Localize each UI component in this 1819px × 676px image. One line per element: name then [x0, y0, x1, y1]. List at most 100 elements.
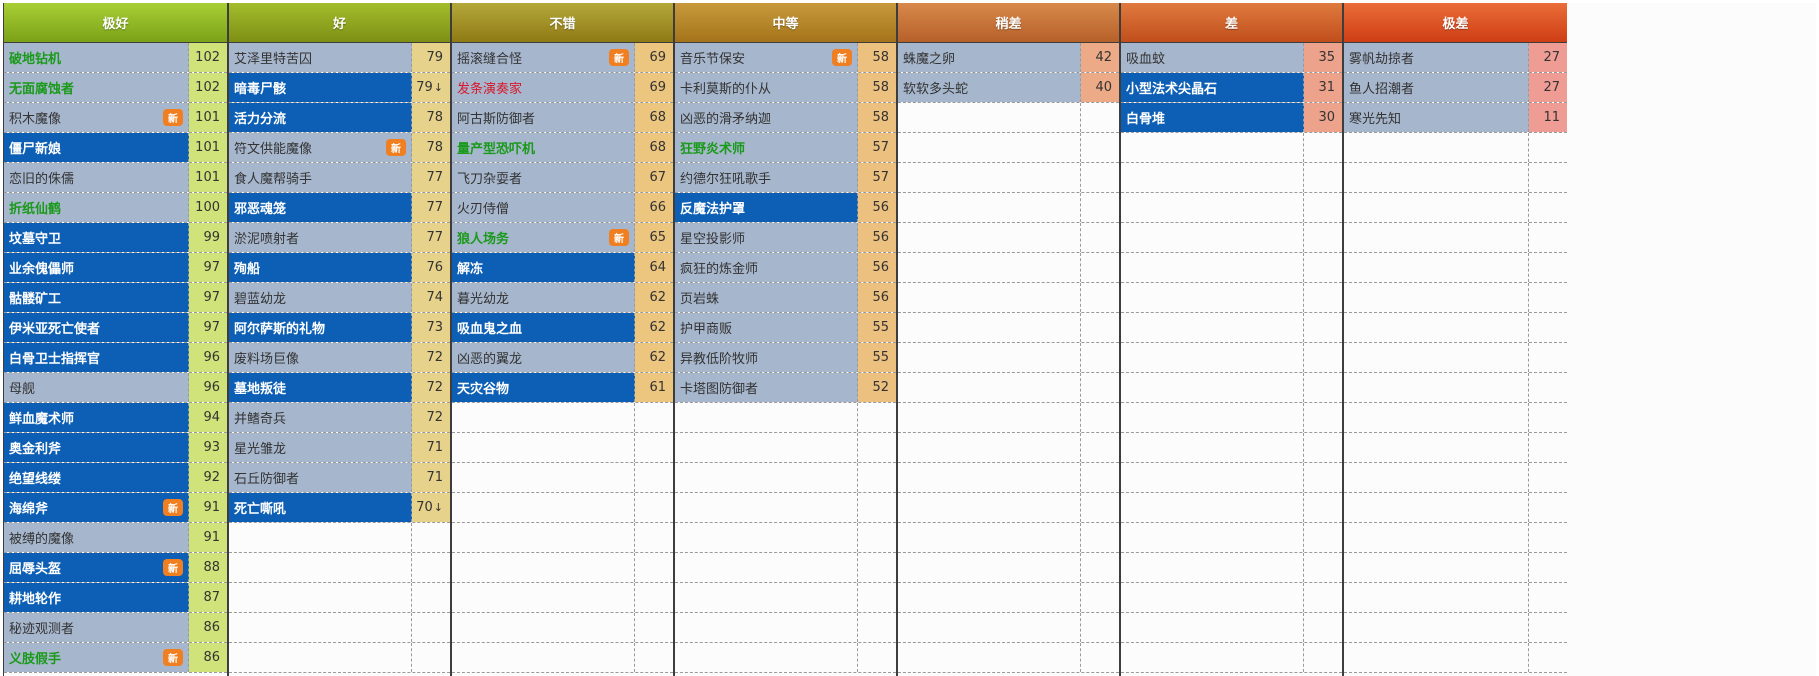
card-name: 暮光幼龙	[457, 292, 510, 307]
card-score-cell	[635, 463, 673, 492]
card-score: 55	[872, 320, 889, 335]
card-row[interactable]: 死亡嘶吼 70 ↓	[229, 493, 450, 523]
card-row[interactable]: 护甲商贩 55	[675, 313, 896, 343]
card-row[interactable]: 活力分流 78	[229, 103, 450, 133]
card-row[interactable]: 发条演奏家 69	[452, 73, 673, 103]
card-row[interactable]: 星光雏龙 71	[229, 433, 450, 463]
empty-row	[898, 163, 1119, 193]
empty-row	[675, 403, 896, 433]
card-row[interactable]: 狂野炎术师 57	[675, 133, 896, 163]
card-row[interactable]: 吸血蚊 35	[1121, 43, 1342, 73]
new-badge: 新	[832, 49, 852, 66]
card-row[interactable]: 飞刀杂耍者 67	[452, 163, 673, 193]
card-score-cell: 58	[858, 73, 896, 102]
card-row[interactable]: 食人魔帮骑手 77	[229, 163, 450, 193]
empty-row	[898, 313, 1119, 343]
card-row[interactable]: 约德尔狂吼歌手 57	[675, 163, 896, 193]
card-row[interactable]: 异教低阶牧师 55	[675, 343, 896, 373]
card-row[interactable]: 星空投影师 56	[675, 223, 896, 253]
card-row[interactable]: 吸血鬼之血 62	[452, 313, 673, 343]
card-score: 58	[872, 80, 889, 95]
card-row[interactable]: 淤泥喷射者 77	[229, 223, 450, 253]
card-row[interactable]: 墓地叛徒 72	[229, 373, 450, 403]
card-row[interactable]: 秘迹观测者 86	[4, 613, 227, 643]
card-row[interactable]: 殉船 76	[229, 253, 450, 283]
card-row[interactable]: 音乐节保安 新 58	[675, 43, 896, 73]
card-name-cell: 殉船	[229, 253, 412, 282]
card-row[interactable]: 凶恶的滑矛纳迦 58	[675, 103, 896, 133]
card-row[interactable]: 阿古斯防御者 68	[452, 103, 673, 133]
card-name-cell: 星空投影师	[675, 223, 858, 252]
card-row[interactable]: 绝望线缕 92	[4, 463, 227, 493]
card-row[interactable]: 废料场巨像 72	[229, 343, 450, 373]
card-name-cell	[1344, 223, 1529, 252]
card-score: 72	[426, 350, 443, 365]
card-score: 58	[872, 50, 889, 65]
card-score-cell: 101	[189, 133, 227, 162]
card-row[interactable]: 母舰 96	[4, 373, 227, 403]
card-score-cell	[1304, 523, 1342, 552]
card-row[interactable]: 疯狂的炼金师 56	[675, 253, 896, 283]
card-row[interactable]: 骷髅矿工 97	[4, 283, 227, 313]
empty-row	[898, 583, 1119, 613]
card-score: 101	[195, 110, 220, 125]
card-row[interactable]: 火刃侍僧 66	[452, 193, 673, 223]
card-row[interactable]: 耕地轮作 87	[4, 583, 227, 613]
card-row[interactable]: 反魔法护罩 56	[675, 193, 896, 223]
card-row[interactable]: 坟墓守卫 99	[4, 223, 227, 253]
card-row[interactable]: 并鳍奇兵 72	[229, 403, 450, 433]
card-row[interactable]: 寒光先知 11	[1344, 103, 1567, 133]
card-name-cell	[898, 103, 1081, 132]
card-name-cell	[452, 643, 635, 672]
card-score: 57	[872, 170, 889, 185]
card-row[interactable]: 被缚的魔像 91	[4, 523, 227, 553]
card-row[interactable]: 海绵斧 新 91	[4, 493, 227, 523]
card-row[interactable]: 僵尸新娘 101	[4, 133, 227, 163]
card-row[interactable]: 鲜血魔术师 94	[4, 403, 227, 433]
card-row[interactable]: 卡塔图防御者 52	[675, 373, 896, 403]
card-row[interactable]: 暗毒尸骸 79 ↓	[229, 73, 450, 103]
card-row[interactable]: 奥金利斧 93	[4, 433, 227, 463]
card-row[interactable]: 凶恶的翼龙 62	[452, 343, 673, 373]
card-name: 破地钻机	[9, 52, 62, 67]
card-row[interactable]: 艾泽里特苦囚 79	[229, 43, 450, 73]
card-name: 软软多头蛇	[903, 82, 969, 97]
card-row[interactable]: 义肢假手 新 86	[4, 643, 227, 673]
card-row[interactable]: 小型法术尖晶石 31	[1121, 73, 1342, 103]
card-row[interactable]: 天灾谷物 61	[452, 373, 673, 403]
card-row[interactable]: 狼人场务 新 65	[452, 223, 673, 253]
card-row[interactable]: 量产型恐吓机 68	[452, 133, 673, 163]
card-row[interactable]: 石丘防御者 71	[229, 463, 450, 493]
card-row[interactable]: 白骨卫士指挥官 96	[4, 343, 227, 373]
card-row[interactable]: 符文供能魔像 新 78	[229, 133, 450, 163]
card-row[interactable]: 阿尔萨斯的礼物 73	[229, 313, 450, 343]
card-score-cell: 61	[635, 373, 673, 402]
card-row[interactable]: 伊米亚死亡使者 97	[4, 313, 227, 343]
card-row[interactable]: 雾帆劫掠者 27	[1344, 43, 1567, 73]
card-score: 93	[203, 440, 220, 455]
card-row[interactable]: 破地钻机 102	[4, 43, 227, 73]
card-row[interactable]: 摇滚缝合怪 新 69	[452, 43, 673, 73]
card-row[interactable]: 页岩蛛 56	[675, 283, 896, 313]
card-row[interactable]: 暮光幼龙 62	[452, 283, 673, 313]
card-row[interactable]: 解冻 64	[452, 253, 673, 283]
card-row[interactable]: 恋旧的侏儒 101	[4, 163, 227, 193]
card-row[interactable]: 白骨堆 30	[1121, 103, 1342, 133]
card-row[interactable]: 碧蓝幼龙 74	[229, 283, 450, 313]
card-row[interactable]: 业余傀儡师 97	[4, 253, 227, 283]
card-row[interactable]: 邪恶魂笼 77	[229, 193, 450, 223]
card-name-cell: 破地钻机	[4, 43, 189, 72]
card-score-cell	[1529, 163, 1567, 192]
card-row[interactable]: 蛛魔之卵 42	[898, 43, 1119, 73]
card-row[interactable]: 折纸仙鹤 100	[4, 193, 227, 223]
card-row[interactable]: 鱼人招潮者 27	[1344, 73, 1567, 103]
card-score-cell	[858, 433, 896, 462]
card-row[interactable]: 无面腐蚀者 102	[4, 73, 227, 103]
card-score-cell	[1529, 553, 1567, 582]
card-row[interactable]: 积木魔像 新 101	[4, 103, 227, 133]
card-name-cell	[1121, 133, 1304, 162]
card-row[interactable]: 屈辱头盔 新 88	[4, 553, 227, 583]
card-row[interactable]: 软软多头蛇 40	[898, 73, 1119, 103]
card-score-cell	[1304, 403, 1342, 432]
card-row[interactable]: 卡利莫斯的仆从 58	[675, 73, 896, 103]
